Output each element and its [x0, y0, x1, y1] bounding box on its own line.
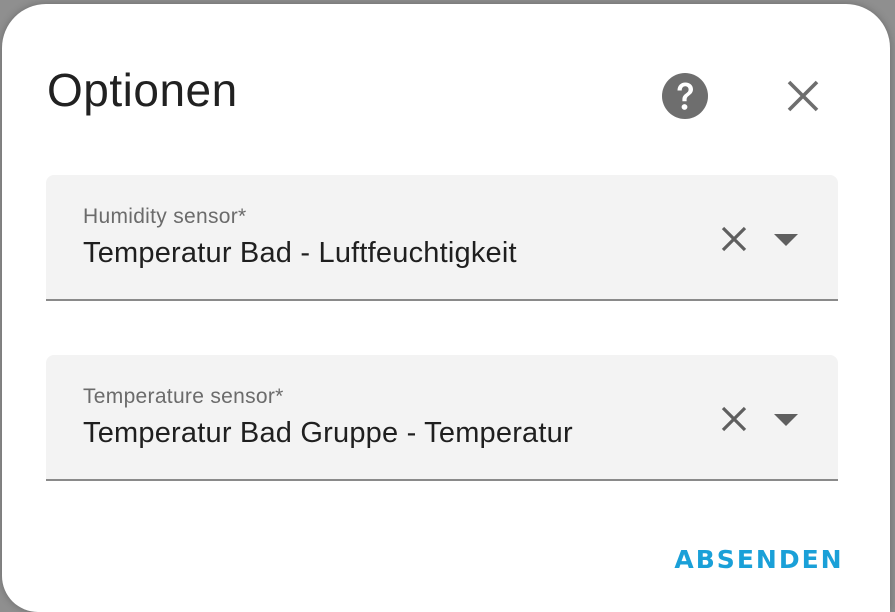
temperature-sensor-clear-button[interactable] — [714, 399, 754, 439]
chevron-down-icon — [774, 234, 798, 246]
temperature-sensor-dropdown-button[interactable] — [766, 399, 806, 439]
humidity-sensor-label: Humidity sensor* — [83, 205, 247, 228]
humidity-sensor-clear-button[interactable] — [714, 219, 754, 259]
temperature-sensor-field[interactable]: Temperature sensor* Temperatur Bad Grupp… — [46, 355, 838, 481]
temperature-sensor-label: Temperature sensor* — [83, 385, 284, 408]
help-circle-icon — [662, 73, 708, 119]
help-button[interactable] — [660, 71, 710, 121]
close-button[interactable] — [778, 71, 828, 121]
submit-button[interactable]: ABSENDEN — [674, 536, 844, 584]
clear-icon — [721, 406, 747, 432]
chevron-down-icon — [774, 414, 798, 426]
humidity-sensor-value[interactable]: Temperatur Bad - Luftfeuchtigkeit — [83, 237, 517, 270]
temperature-sensor-value[interactable]: Temperatur Bad Gruppe - Temperatur — [83, 417, 573, 450]
dialog-title: Optionen — [47, 64, 238, 116]
close-icon — [787, 80, 819, 112]
options-dialog: Optionen Humidity sensor* Temperatur Bad… — [2, 4, 890, 612]
clear-icon — [721, 226, 747, 252]
humidity-sensor-field[interactable]: Humidity sensor* Temperatur Bad - Luftfe… — [46, 175, 838, 301]
humidity-sensor-dropdown-button[interactable] — [766, 219, 806, 259]
